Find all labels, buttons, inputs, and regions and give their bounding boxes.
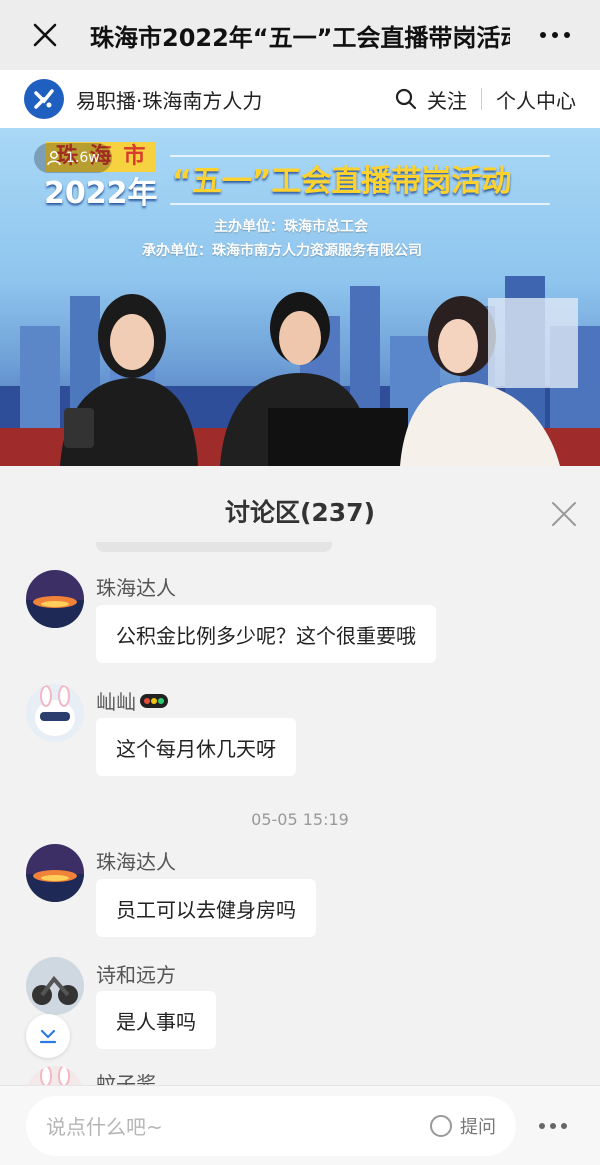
person-icon: [47, 151, 61, 166]
personal-center-link[interactable]: 个人中心: [496, 85, 576, 114]
close-button[interactable]: [0, 0, 90, 70]
host-line: 主办单位：珠海市总工会: [214, 219, 368, 235]
message-bubble[interactable]: 公积金比例多少呢？这个很重要哦: [96, 605, 436, 663]
message-bubble[interactable]: 是人事吗: [96, 991, 216, 1049]
comment-placeholder: 说点什么吧~: [46, 1115, 163, 1139]
divider: [481, 88, 482, 110]
avatar[interactable]: [26, 1066, 84, 1085]
viewer-count-badge: 1.6w: [34, 143, 112, 173]
input-bar: 说点什么吧~ 提问: [0, 1085, 600, 1165]
channel-logo-icon[interactable]: [24, 79, 64, 119]
page-title: 珠海市2022年“五一”工会直播带岗活动: [90, 23, 510, 52]
radio-circle-icon: [430, 1114, 452, 1137]
username-text: 屾屾: [96, 690, 136, 714]
close-icon: [33, 23, 57, 47]
banner-year: 2022年: [44, 176, 158, 211]
scroll-to-bottom-button[interactable]: [26, 1014, 70, 1058]
traffic-light-badge-icon: [140, 693, 168, 708]
more-dots-icon: [540, 32, 570, 38]
organizer-line: 承办单位：珠海市南方人力资源服务有限公司: [142, 243, 422, 259]
avatar[interactable]: [26, 844, 84, 902]
ask-label: 提问: [460, 1116, 496, 1138]
ask-question-toggle[interactable]: 提问: [430, 1113, 496, 1139]
avatar[interactable]: [26, 570, 84, 628]
avatar[interactable]: [26, 957, 84, 1015]
username: 诗和远方: [96, 963, 176, 987]
follow-button[interactable]: 关注: [395, 85, 467, 114]
close-icon[interactable]: [550, 500, 578, 528]
avatar[interactable]: [26, 684, 84, 742]
search-icon: [395, 88, 417, 110]
channel-name[interactable]: 易职播·珠海南方人力: [76, 85, 262, 114]
discussion-title: 讨论区(237): [224, 498, 376, 527]
more-dots-icon: [539, 1122, 567, 1129]
timestamp: 05-05 15:19: [251, 810, 349, 829]
username: 珠海达人: [96, 850, 176, 874]
presenters-image: [0, 292, 600, 466]
more-options-button[interactable]: [538, 1122, 568, 1130]
scroll-hint: [96, 542, 332, 552]
list-item: 蚊子酱: [0, 1066, 600, 1085]
username: 珠海达人: [96, 576, 176, 600]
channel-bar: 易职播·珠海南方人力 关注 个人中心: [0, 70, 600, 128]
comment-input[interactable]: 说点什么吧~ 提问: [26, 1095, 516, 1156]
chevron-down-icon: [39, 1029, 57, 1044]
username: 蚊子酱: [96, 1072, 156, 1085]
message-bubble[interactable]: 员工可以去健身房吗: [96, 879, 316, 937]
viewer-count: 1.6w: [66, 150, 100, 166]
live-video-player[interactable]: 珠 海 市 2022年 “五一”工会直播带岗活动 主办单位：珠海市总工会 承办单…: [0, 128, 600, 466]
message-bubble[interactable]: 这个每月休几天呀: [96, 718, 296, 776]
more-button[interactable]: [510, 0, 600, 70]
follow-label: 关注: [427, 88, 467, 113]
username: 屾屾: [96, 686, 168, 715]
banner-title: “五一”工会直播带岗活动: [172, 164, 512, 199]
top-nav-bar: 珠海市2022年“五一”工会直播带岗活动: [0, 0, 600, 70]
